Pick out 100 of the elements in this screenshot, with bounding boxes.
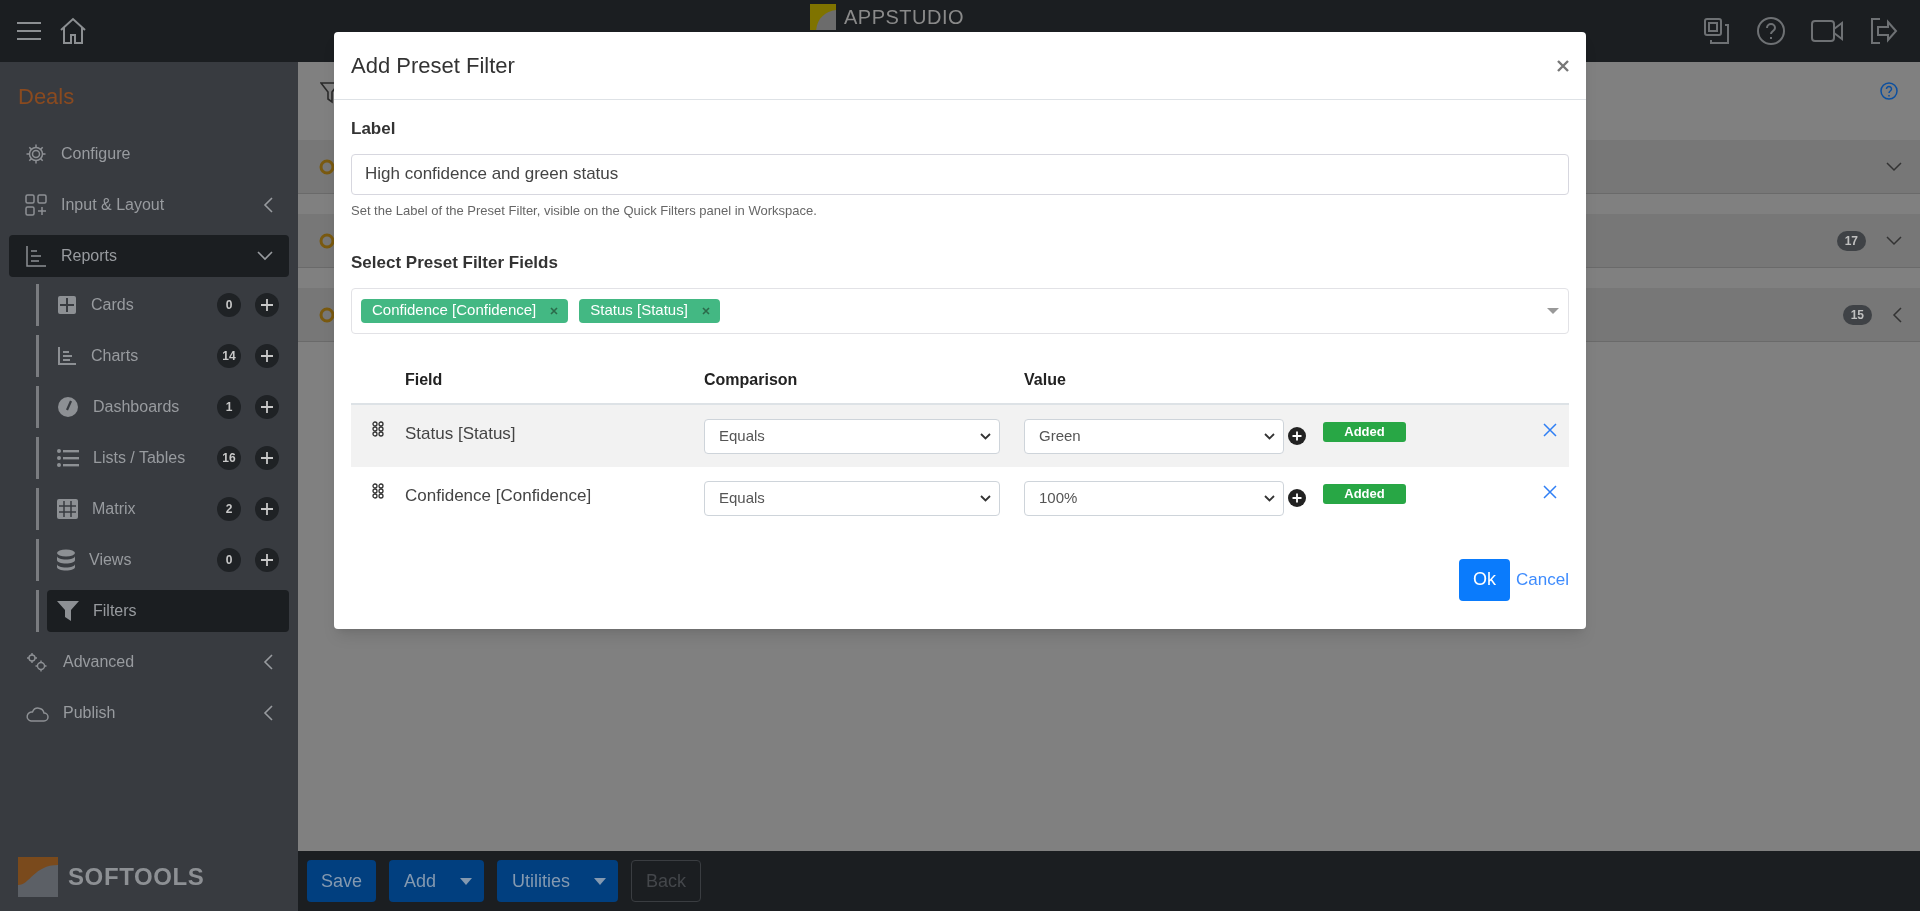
sidebar-label: Reports: [61, 246, 119, 266]
toolbar-button[interactable]: Add: [389, 860, 485, 902]
grid-icon: [57, 499, 78, 519]
toolbar-button[interactable]: Utilities: [497, 860, 619, 902]
chevron-icon[interactable]: [1886, 235, 1902, 246]
field-label: Select Preset Filter Fields: [351, 252, 559, 274]
text-field[interactable]: High confidence and green status: [351, 153, 1569, 195]
sidebar-subitem[interactable]: Cards 0: [47, 284, 289, 326]
sidebar-label: Cards: [91, 295, 135, 315]
sidebar-subitem[interactable]: Lists / Tables 16: [47, 437, 289, 479]
select-field[interactable]: Equals: [704, 480, 1000, 516]
gears-icon: [25, 651, 49, 673]
count-badge: 2: [217, 497, 241, 521]
sidebar-label: Dashboards: [93, 397, 181, 417]
add-icon[interactable]: [255, 395, 279, 419]
close-icon[interactable]: [1557, 59, 1569, 72]
logout-icon[interactable]: [1868, 16, 1898, 46]
select-field[interactable]: Equals: [704, 418, 1000, 454]
count-badge: 1: [217, 395, 241, 419]
caret-icon: [460, 877, 473, 885]
sidebar-item[interactable]: Publish: [9, 692, 289, 734]
drag-handle-icon[interactable]: [372, 420, 384, 437]
video-icon[interactable]: [1810, 18, 1844, 44]
sidebar-label: Configure: [61, 144, 132, 164]
add-icon[interactable]: [255, 344, 279, 368]
database-icon: [57, 549, 75, 571]
status-badge: Added: [1323, 483, 1406, 504]
sidebar-label: Advanced: [63, 652, 136, 672]
sidebar-item[interactable]: Input & Layout: [9, 184, 289, 226]
remove-icon[interactable]: [701, 306, 710, 315]
sidebar-subitem[interactable]: Dashboards 1: [47, 386, 289, 428]
sidebar-item[interactable]: Configure: [9, 133, 289, 175]
sidebar-label: Charts: [91, 346, 140, 366]
add-icon[interactable]: [1288, 488, 1306, 507]
add-icon[interactable]: [255, 497, 279, 521]
add-icon[interactable]: [255, 548, 279, 572]
sidebar-item[interactable]: Advanced: [9, 641, 289, 683]
bar-chart-icon: [25, 245, 47, 267]
table-icon: [57, 295, 77, 315]
chip-label: Confidence [Confidence]: [372, 300, 537, 321]
app-title: Deals: [17, 83, 76, 111]
add-icon[interactable]: [1288, 426, 1306, 445]
bar-chart-icon: [57, 346, 77, 366]
sidebar-label: Publish: [63, 703, 117, 723]
gauge-icon: [57, 396, 79, 418]
sidebar-item[interactable]: Reports: [9, 235, 289, 277]
ok-button[interactable]: Ok: [1459, 558, 1511, 601]
sidebar-label: Lists / Tables: [93, 448, 187, 468]
table-cell-text: Status [Status]: [405, 422, 517, 445]
add-icon[interactable]: [255, 293, 279, 317]
cloud-icon: [25, 704, 49, 722]
chevron-icon[interactable]: [1886, 161, 1902, 172]
logo-text: APPSTUDIO: [844, 5, 965, 29]
remove-icon[interactable]: [550, 306, 559, 315]
sidebar-subitem[interactable]: Views 0: [47, 539, 289, 581]
toolbar-button[interactable]: Save: [307, 860, 377, 902]
count-badge: 14: [217, 344, 241, 368]
caret-icon[interactable]: [1547, 307, 1559, 314]
chip-label: Status [Status]: [590, 300, 688, 321]
chevron-icon: [980, 494, 991, 502]
field-label: Label: [351, 118, 397, 140]
sidebar-label: Matrix: [92, 499, 137, 519]
sidebar-label: Input & Layout: [61, 195, 166, 215]
count-badge: 0: [217, 293, 241, 317]
sidebar-label: Views: [89, 550, 133, 570]
chevron-icon: [1264, 494, 1275, 502]
funnel-icon: [57, 601, 79, 621]
menu-icon[interactable]: [16, 20, 42, 42]
copy-icon[interactable]: [1702, 16, 1732, 46]
select-field[interactable]: 100%: [1024, 480, 1284, 516]
logo-icon: [18, 857, 58, 897]
count-badge: 17: [1836, 230, 1866, 251]
close-icon[interactable]: [1543, 484, 1557, 499]
column-header: Field: [405, 370, 444, 390]
column-header: Value: [1024, 370, 1067, 390]
list-icon: [57, 449, 79, 467]
drag-handle-icon[interactable]: [372, 482, 384, 499]
chevron-icon: [980, 432, 991, 440]
help-icon[interactable]: [1756, 16, 1786, 46]
hint-text: Set the Label of the Preset Filter, visible on the Quick Filters panel in Workspace.: [351, 201, 818, 220]
sidebar-subitem[interactable]: Matrix 2: [47, 488, 289, 530]
select-field[interactable]: Green: [1024, 418, 1284, 454]
blocks-icon: [25, 194, 47, 216]
table-cell-text: Confidence [Confidence]: [405, 484, 593, 507]
count-badge: 0: [217, 548, 241, 572]
add-icon[interactable]: [255, 446, 279, 470]
status-badge: Added: [1323, 421, 1406, 442]
sidebar-label: Filters: [93, 601, 138, 621]
sidebar-subitem[interactable]: Charts 14: [47, 335, 289, 377]
home-icon[interactable]: [58, 16, 88, 46]
chevron-icon[interactable]: [1892, 306, 1902, 323]
close-icon[interactable]: [1543, 422, 1557, 437]
dialog-title: Add Preset Filter: [351, 52, 515, 80]
chevron-icon: [1264, 432, 1275, 440]
logo-icon: [810, 4, 836, 30]
column-header: Comparison: [704, 370, 799, 390]
cancel-link[interactable]: Cancel: [1516, 566, 1569, 593]
count-badge: 16: [217, 446, 241, 470]
caret-icon: [594, 877, 607, 885]
sidebar-subitem[interactable]: Filters: [47, 590, 289, 632]
